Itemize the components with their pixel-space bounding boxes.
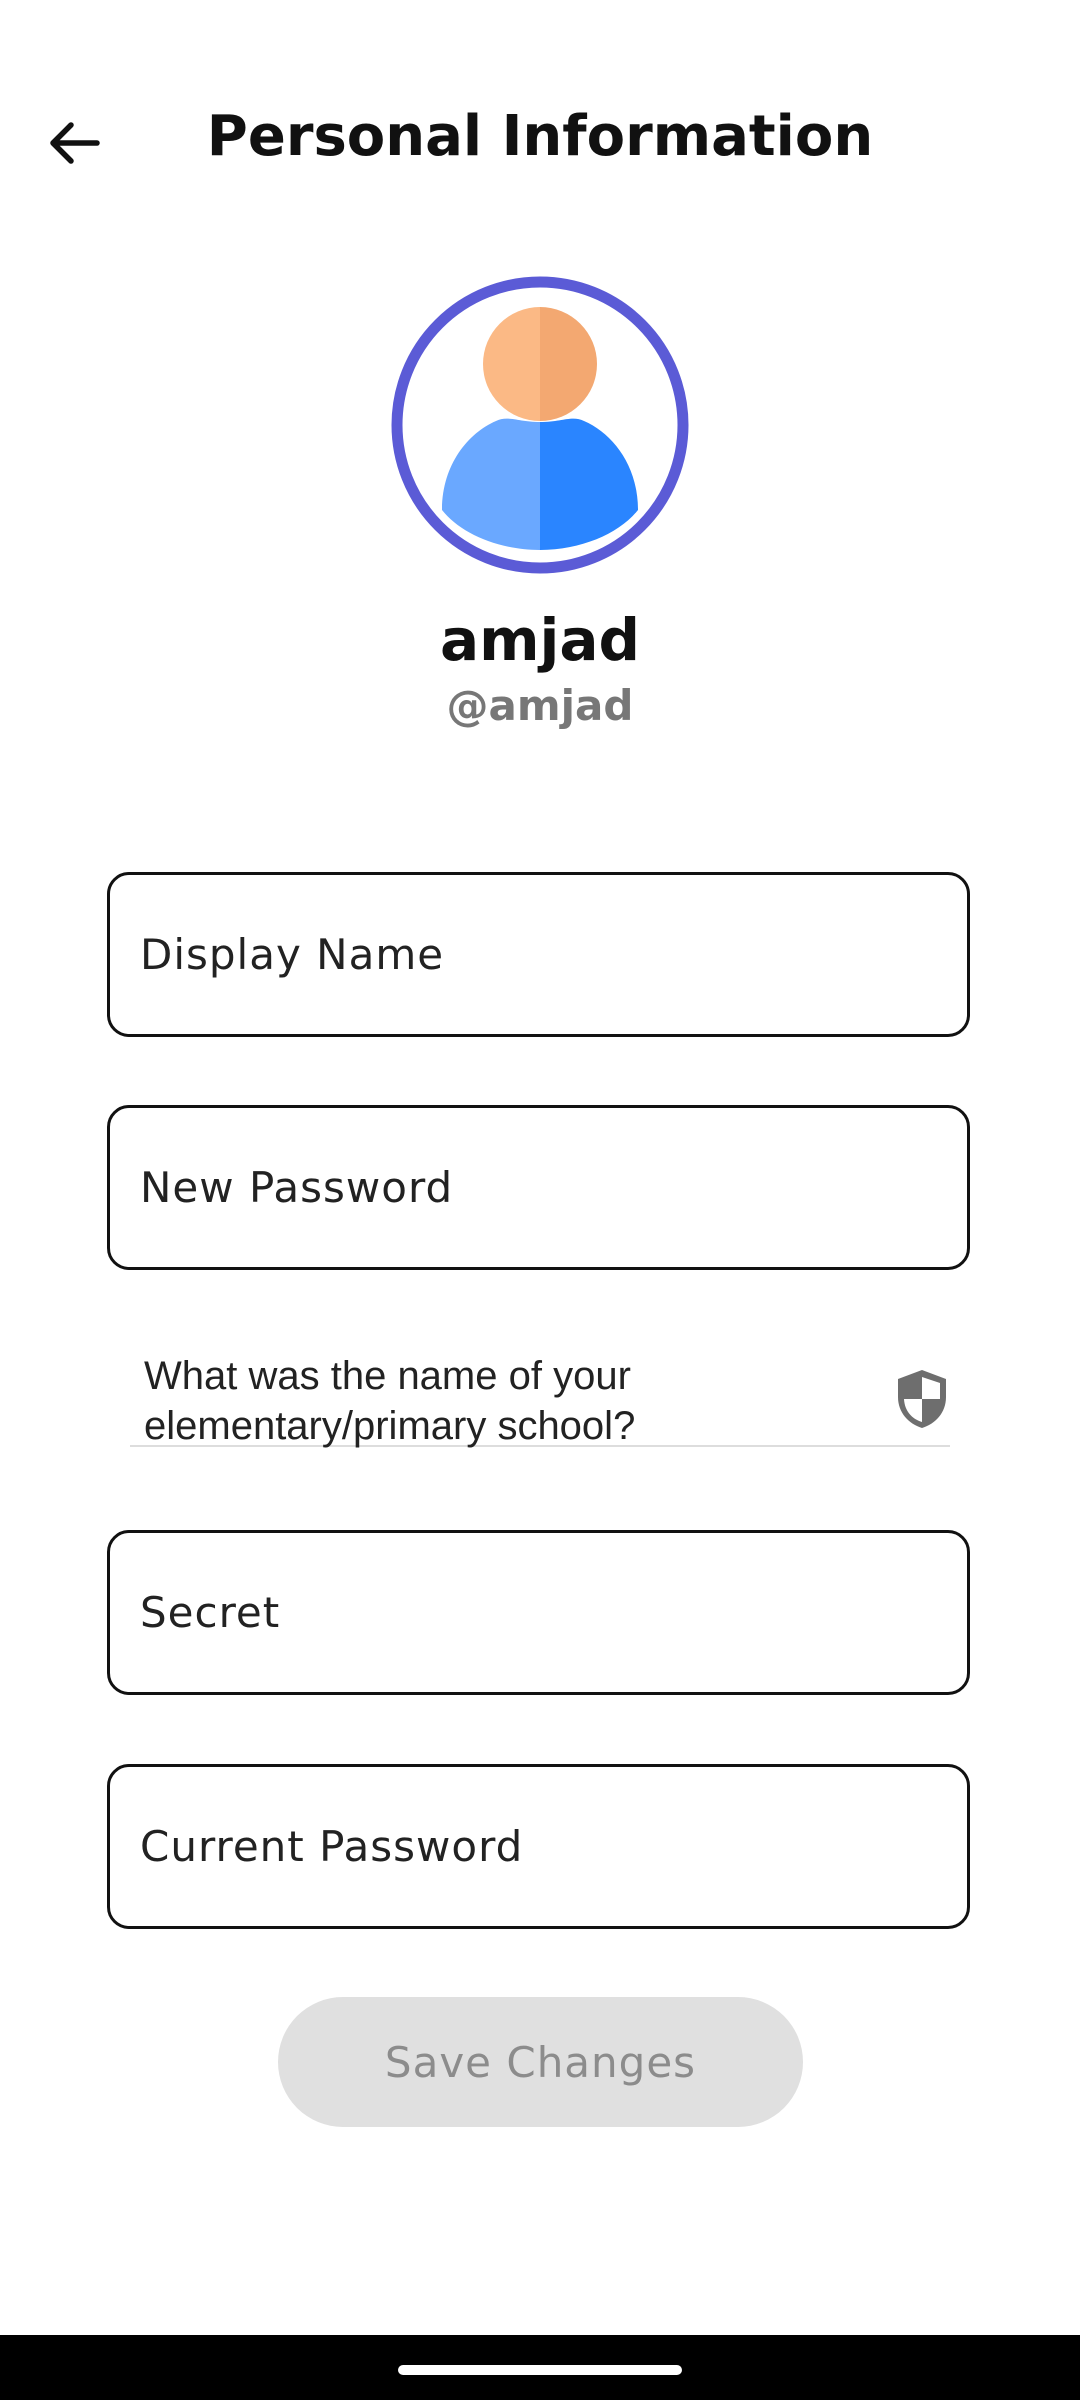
current-password-input[interactable] [110, 1767, 967, 1926]
page-title: Personal Information [206, 104, 874, 169]
home-indicator[interactable] [398, 2365, 682, 2375]
current-password-field[interactable] [107, 1764, 970, 1929]
secret-field[interactable] [107, 1530, 970, 1695]
app-header: Personal Information [0, 60, 1080, 210]
new-password-input[interactable] [110, 1108, 967, 1267]
security-question-select[interactable]: What was the name of your elementary/pri… [130, 1345, 950, 1448]
security-question-text: What was the name of your elementary/pri… [144, 1354, 636, 1448]
profile-name: amjad [439, 606, 641, 674]
save-changes-button[interactable]: Save Changes [278, 1997, 803, 2127]
personal-information-screen: Personal Information amjad @amjad What w… [0, 0, 1080, 2400]
shield-icon[interactable] [894, 1367, 950, 1431]
profile-handle: @amjad [446, 681, 634, 730]
secret-input[interactable] [110, 1533, 967, 1692]
display-name-field[interactable] [107, 872, 970, 1037]
new-password-field[interactable] [107, 1105, 970, 1270]
display-name-input[interactable] [110, 875, 967, 1034]
user-avatar-icon[interactable] [390, 275, 690, 575]
system-navigation-bar [0, 2335, 1080, 2400]
